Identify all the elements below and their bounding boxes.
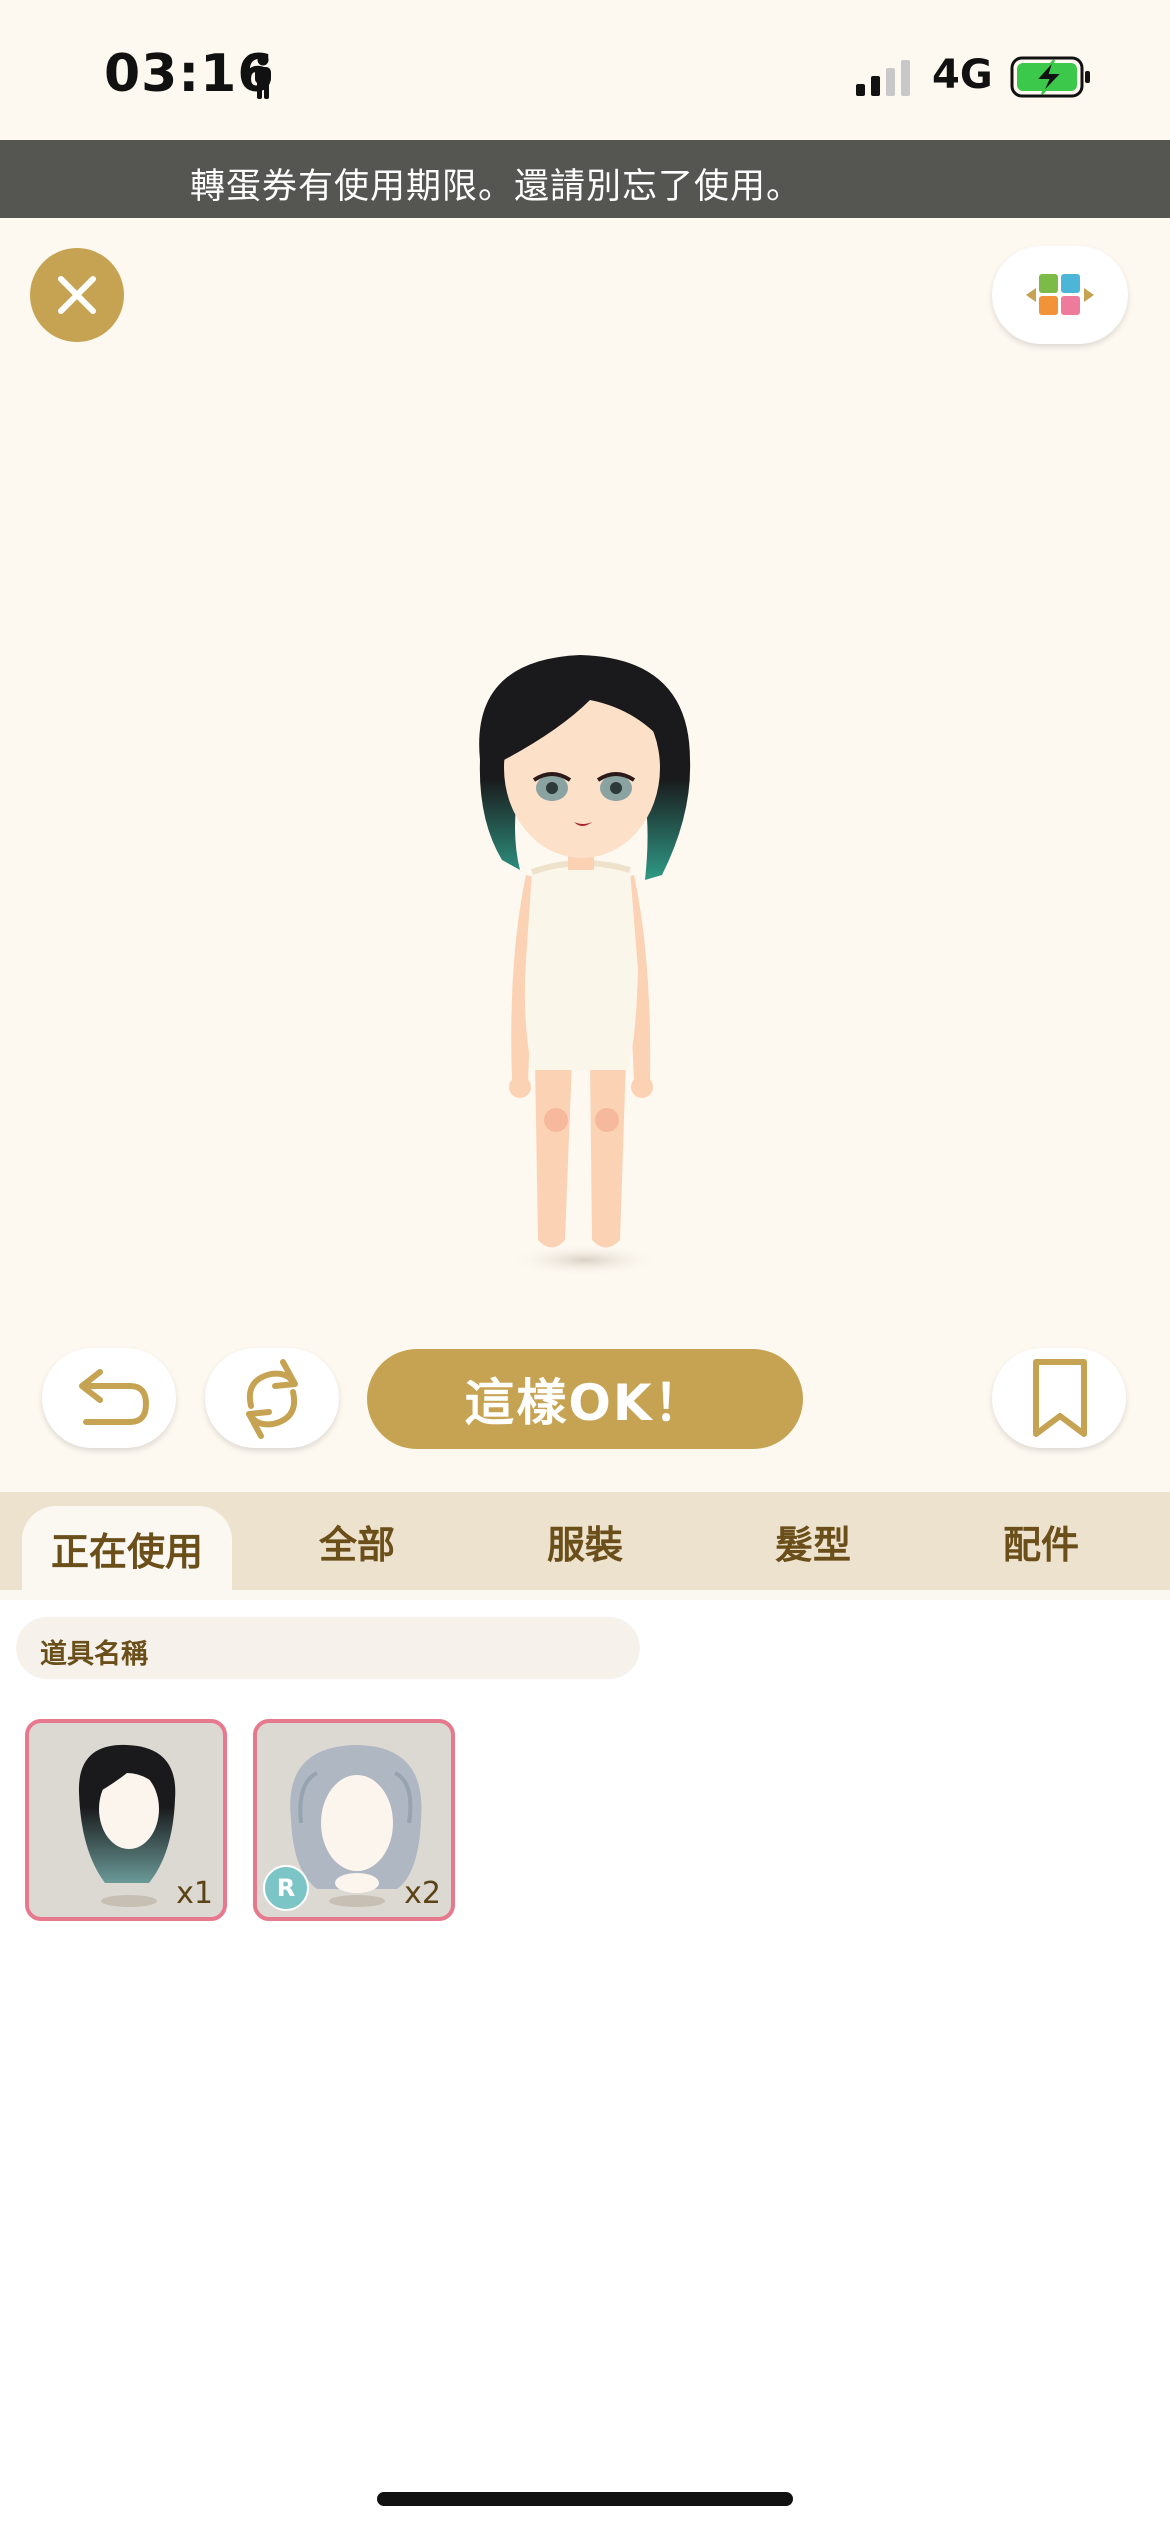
item-name-search[interactable]: 道具名稱 <box>16 1617 640 1679</box>
category-tabs: 正在使用 全部 服裝 髮型 配件 <box>0 1492 1170 1590</box>
avatar-preview <box>479 655 691 1276</box>
tab-clothing[interactable]: 服裝 <box>480 1492 690 1590</box>
tab-all[interactable]: 全部 <box>252 1492 462 1590</box>
item-count: x1 <box>176 1876 213 1911</box>
layout-toggle-button[interactable] <box>992 246 1128 344</box>
search-placeholder: 道具名稱 <box>40 1639 148 1670</box>
close-icon <box>58 276 96 314</box>
status-time: 03:16 <box>104 44 275 104</box>
network-type: 4G <box>932 52 993 98</box>
item-card[interactable]: x1 <box>25 1719 227 1921</box>
item-panel: 道具名稱 x1 R x2 <box>0 1600 1170 2532</box>
close-button[interactable] <box>30 248 124 342</box>
item-card[interactable]: R x2 <box>253 1719 455 1921</box>
refresh-button[interactable] <box>205 1348 339 1448</box>
tab-divider <box>0 1590 1170 1600</box>
item-count: x2 <box>404 1876 441 1911</box>
notice-banner: 轉蛋券有使用期限。還請別忘了使用。 <box>0 140 1170 218</box>
rarity-badge: R <box>263 1865 309 1911</box>
undo-icon <box>79 1369 150 1425</box>
bookmark-icon <box>1033 1359 1087 1437</box>
home-indicator[interactable] <box>377 2492 793 2506</box>
color-grid-icon <box>1026 274 1094 315</box>
tab-hairstyle[interactable]: 髮型 <box>708 1492 918 1590</box>
signal-icon <box>856 58 910 96</box>
battery-charging-icon <box>1010 56 1090 98</box>
status-bar: 03:16 4G <box>0 0 1170 140</box>
person-icon <box>255 54 271 99</box>
tab-accessories[interactable]: 配件 <box>936 1492 1146 1590</box>
confirm-button[interactable]: 這樣OK！ <box>367 1349 803 1449</box>
undo-button[interactable] <box>42 1348 176 1448</box>
notice-text: 轉蛋券有使用期限。還請別忘了使用。 <box>190 167 803 207</box>
tab-in-use[interactable]: 正在使用 <box>22 1506 232 1590</box>
bookmark-button[interactable] <box>992 1348 1126 1448</box>
refresh-icon <box>246 1359 298 1439</box>
